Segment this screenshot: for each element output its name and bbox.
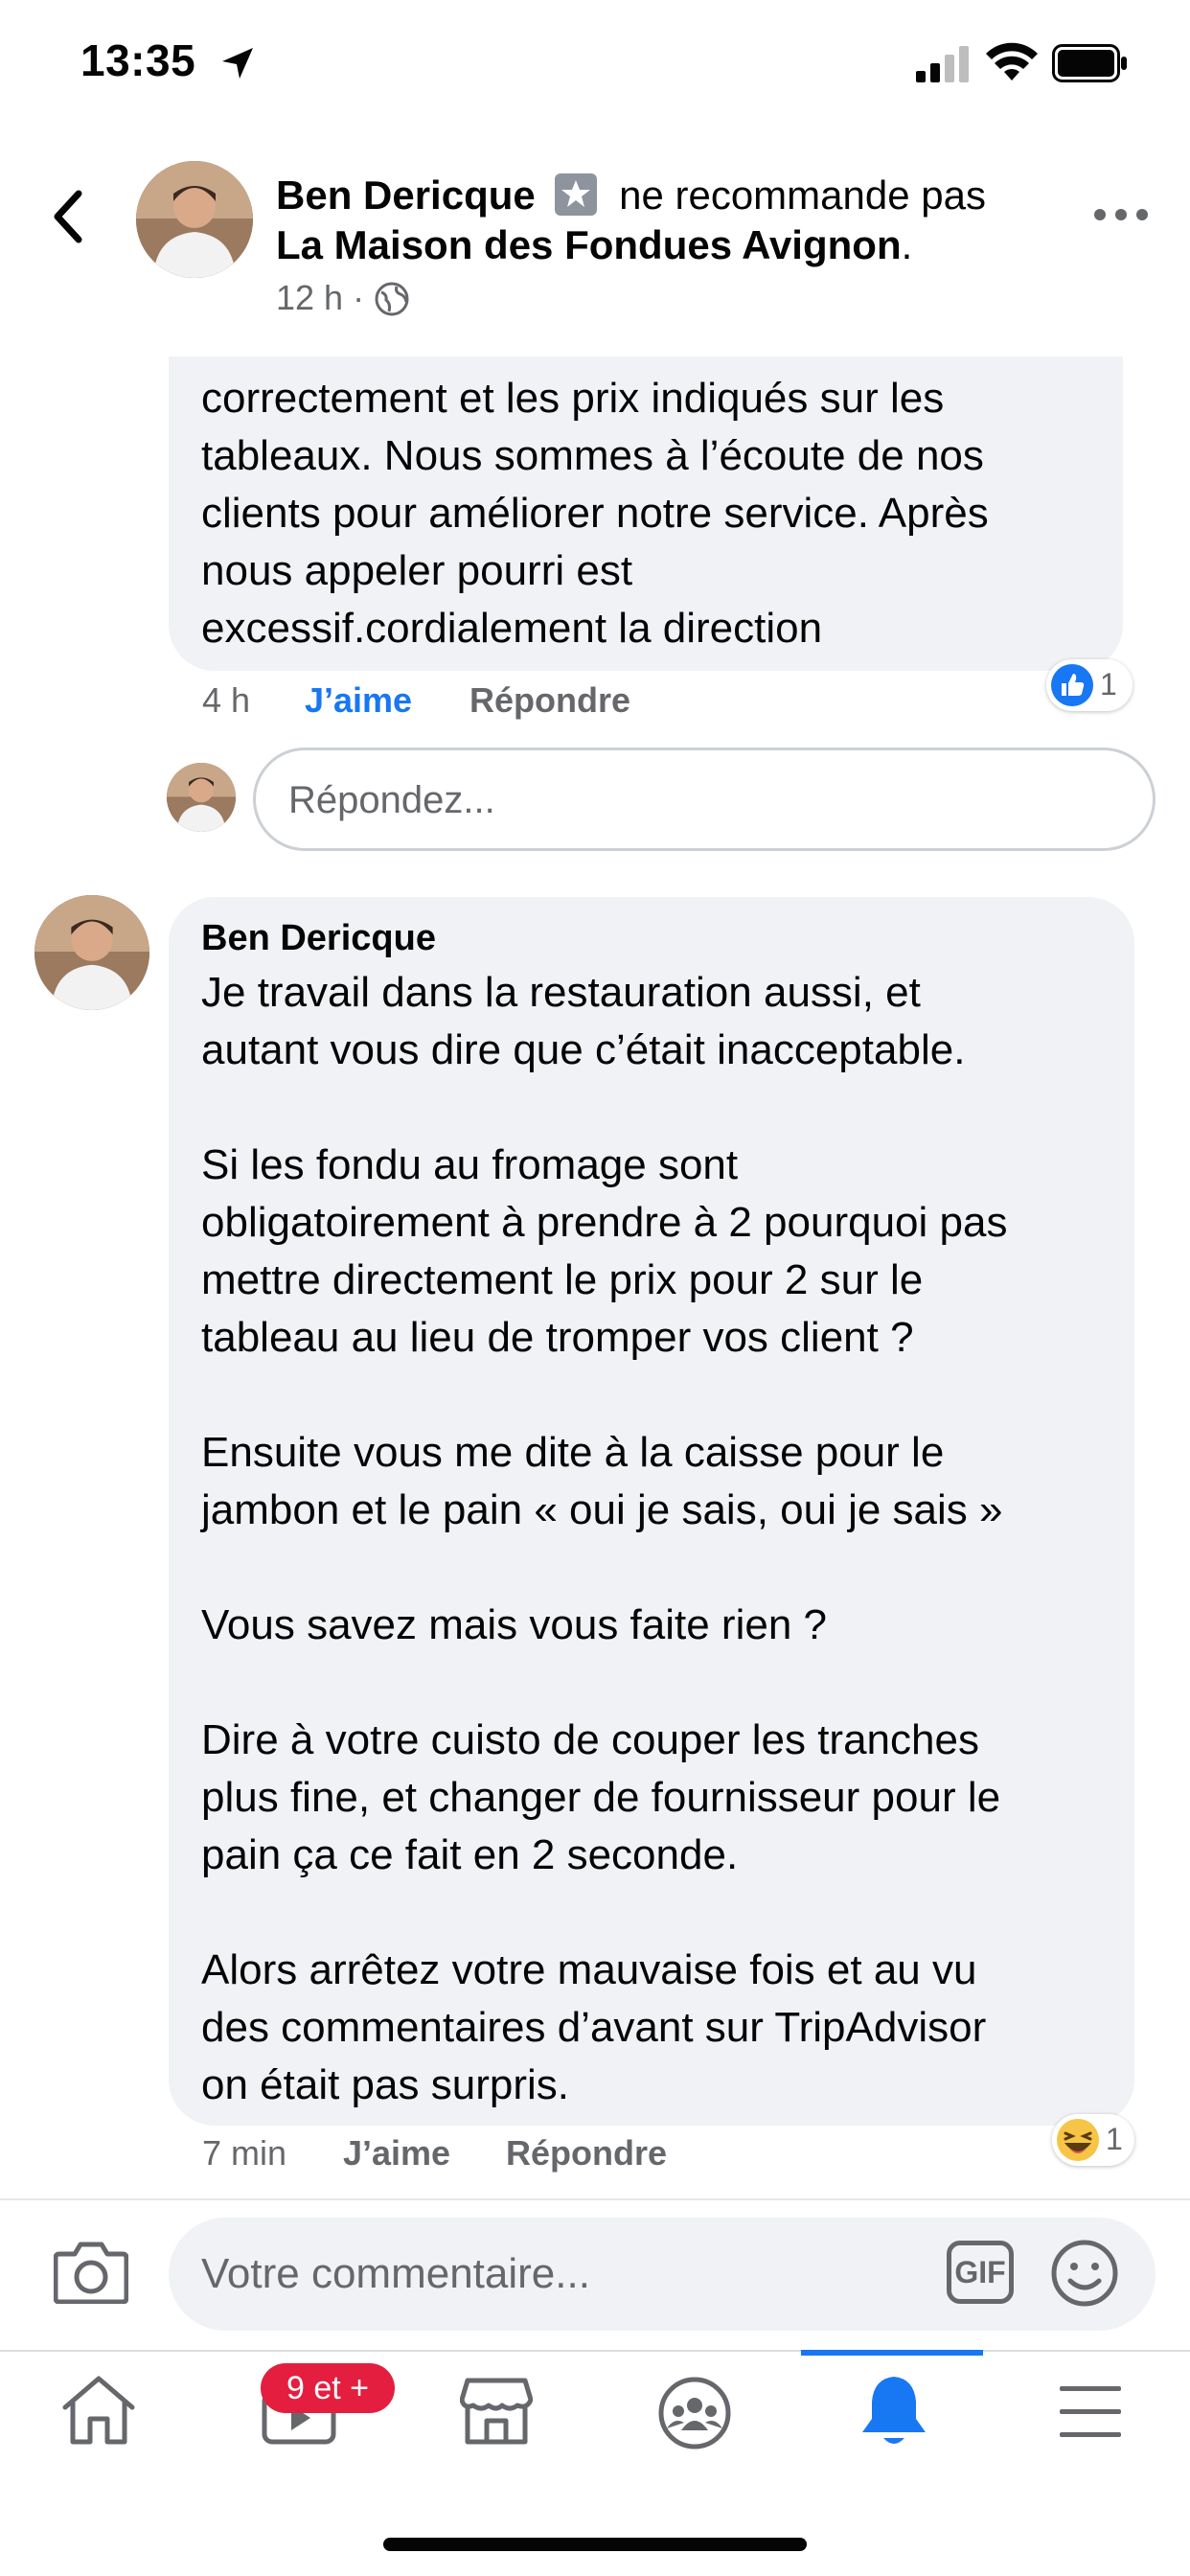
comment-actions: 7 min J’aime Répondre	[0, 2133, 1190, 2177]
comment-actions: 4 h J’aime Répondre	[0, 680, 1190, 724]
comment-bubble: correctement et les prix indiqués sur le…	[169, 316, 1123, 671]
page-name[interactable]: La Maison des Fondues Avignon	[276, 222, 902, 267]
camera-icon[interactable]	[54, 2241, 128, 2304]
post-meta: 12 h ·	[276, 278, 410, 318]
star-badge-icon	[555, 173, 598, 216]
gif-button[interactable]: GIF	[947, 2241, 1014, 2304]
commenter-avatar[interactable]	[34, 895, 149, 1010]
reply-input[interactable]: Répondez...	[253, 748, 1156, 851]
like-button[interactable]: J’aime	[305, 680, 412, 721]
more-options-icon[interactable]	[1092, 205, 1150, 224]
home-indicator	[383, 2538, 807, 2551]
reaction-count: 1	[1106, 2122, 1123, 2156]
battery-icon	[1052, 44, 1127, 82]
location-arrow-icon	[222, 48, 253, 79]
post-time: 12 h	[276, 278, 344, 317]
recommend-action: ne recommande pas	[619, 172, 986, 218]
groups-icon[interactable]	[657, 2377, 732, 2450]
user-avatar	[167, 763, 236, 832]
reply-button[interactable]: Répondre	[506, 2133, 667, 2174]
reply-placeholder: Répondez...	[288, 779, 495, 821]
author-name[interactable]: Ben Dericque	[276, 172, 536, 218]
post-header-line2: La Maison des Fondues Avignon.	[276, 222, 913, 267]
like-button[interactable]: J’aime	[343, 2133, 450, 2174]
author-avatar[interactable]	[136, 161, 253, 278]
menu-icon[interactable]	[1058, 2382, 1123, 2440]
globe-icon	[375, 282, 409, 316]
comment-bubble: Ben Dericque Je travail dans la restaura…	[169, 897, 1134, 2126]
reaction-count: 1	[1100, 667, 1117, 702]
comment-author[interactable]: Ben Dericque	[201, 918, 436, 959]
marketplace-icon[interactable]	[460, 2377, 533, 2446]
comment-input[interactable]: Votre commentaire... GIF	[169, 2218, 1156, 2331]
comment-time: 7 min	[202, 2133, 287, 2173]
thumbs-up-icon	[1051, 664, 1093, 706]
emoji-icon[interactable]	[1050, 2239, 1119, 2308]
post-header-line1: Ben Dericque ne recommande pas	[276, 172, 986, 218]
nav-divider	[0, 2350, 1190, 2352]
reaction-summary[interactable]: 1	[1052, 2114, 1134, 2166]
comment-placeholder: Votre commentaire...	[201, 2250, 590, 2297]
reaction-summary[interactable]: 1	[1046, 659, 1133, 711]
active-tab-indicator	[801, 2350, 983, 2356]
watch-badge: 9 et +	[261, 2363, 395, 2413]
notifications-bell-icon[interactable]	[858, 2373, 929, 2450]
back-icon[interactable]	[48, 188, 86, 245]
status-time: 13:35	[80, 35, 196, 85]
home-icon[interactable]	[61, 2375, 136, 2446]
composer-divider	[0, 2198, 1190, 2200]
laughing-emoji-icon	[1057, 2119, 1099, 2161]
comment-text: Je travail dans la restauration aussi, e…	[201, 969, 1008, 2108]
comment-text: correctement et les prix indiqués sur le…	[201, 375, 989, 652]
wifi-icon	[986, 42, 1038, 80]
reply-button[interactable]: Répondre	[469, 680, 630, 721]
comment-time: 4 h	[202, 680, 251, 720]
cellular-signal-icon	[916, 46, 969, 82]
header-backdrop	[0, 316, 1190, 356]
